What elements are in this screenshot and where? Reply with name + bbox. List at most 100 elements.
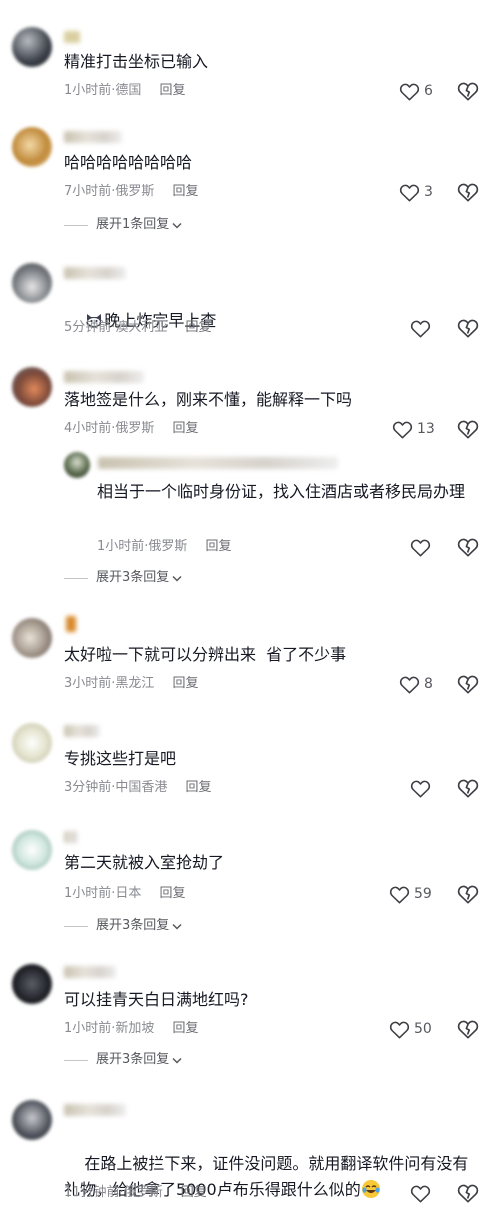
reply-button[interactable]: 回复	[159, 83, 185, 98]
broken-heart-icon[interactable]	[457, 317, 479, 339]
comment-location: 德国	[115, 83, 142, 98]
like-button[interactable]	[410, 777, 431, 799]
comment-time: 3分钟前	[64, 780, 112, 795]
avatar[interactable]	[12, 263, 52, 303]
comment-item: 可以挂青天白日满地红吗? 1小时前·新加坡 回复 50 展开3条回复	[0, 950, 492, 1090]
comment-location: 俄罗斯	[115, 184, 155, 199]
heart-outline-icon	[392, 421, 413, 438]
like-button[interactable]	[410, 1182, 431, 1204]
heart-outline-icon	[410, 320, 431, 337]
reply-button[interactable]: 回复	[159, 886, 185, 901]
broken-heart-icon[interactable]	[457, 536, 479, 558]
reply-time: 1小时前	[97, 539, 145, 554]
comment-text: 专挑这些打是吧	[64, 749, 177, 768]
expand-replies-button[interactable]: 展开1条回复	[64, 216, 182, 234]
username[interactable]	[64, 1104, 126, 1116]
comment-item: 哈哈哈哈哈哈哈哈 7小时前·俄罗斯 回复 3 展开1条回复	[0, 115, 492, 245]
comment-item: 精准打击坐标已输入 1小时前·德国 回复 6	[0, 0, 492, 115]
tears-of-joy-emoji-icon	[361, 1180, 380, 1198]
comment-location: 俄罗斯	[123, 1185, 163, 1200]
avatar[interactable]	[12, 723, 52, 763]
comment-location: 日本	[115, 886, 142, 901]
reply-button[interactable]: 回复	[172, 676, 198, 691]
like-count: 50	[414, 1021, 432, 1037]
comment-text: 在路上被拦下来，证件没问题。就用翻译软件问有没有礼物，给他拿了5000卢布乐得跟…	[64, 1154, 469, 1199]
username[interactable]	[64, 31, 80, 43]
broken-heart-icon[interactable]	[457, 80, 479, 102]
broken-heart-icon[interactable]	[457, 673, 479, 695]
like-count: 6	[424, 83, 433, 99]
like-button[interactable]: 50	[389, 1018, 432, 1040]
username[interactable]	[64, 371, 144, 383]
expand-replies-button[interactable]: 展开3条回复	[64, 1051, 182, 1069]
broken-heart-icon[interactable]	[457, 418, 479, 440]
comment-item: 太好啦一下就可以分辨出来 省了不少事 3小时前·黑龙江 回复 8	[0, 605, 492, 715]
chevron-down-icon	[172, 1057, 182, 1064]
avatar[interactable]	[12, 618, 52, 658]
like-button[interactable]	[410, 536, 431, 558]
comment-meta: 5分钟前·澳大利亚 回复	[64, 320, 212, 335]
comment-time: 1小时前	[64, 83, 112, 98]
chevron-down-icon	[172, 222, 182, 229]
reply-button[interactable]: 回复	[172, 421, 198, 436]
reply-button[interactable]: 回复	[205, 539, 231, 554]
reply-button[interactable]: 回复	[172, 1021, 198, 1036]
comment-meta: 1小时前·日本 回复	[64, 886, 186, 901]
comment-meta: 3分钟前·中国香港 回复	[64, 780, 212, 795]
comment-text: 太好啦一下就可以分辨出来 省了不少事	[64, 645, 347, 664]
reply-button[interactable]: 回复	[185, 780, 211, 795]
avatar[interactable]	[12, 367, 52, 407]
reply-meta: 1小时前·俄罗斯 回复	[97, 539, 232, 554]
comment-meta: 1小时前·德国 回复	[64, 83, 186, 98]
expand-replies-button[interactable]: 展开3条回复	[64, 917, 182, 935]
broken-heart-icon[interactable]	[457, 777, 479, 799]
avatar[interactable]	[12, 127, 52, 167]
reply-username[interactable]	[98, 457, 338, 469]
like-count: 59	[414, 886, 432, 902]
comment-location: 黑龙江	[115, 676, 155, 691]
heart-outline-icon	[389, 886, 410, 903]
heart-outline-icon	[389, 1021, 410, 1038]
like-button[interactable]: 3	[399, 181, 433, 203]
username[interactable]	[64, 966, 116, 978]
heart-outline-icon	[399, 83, 420, 100]
reply-button[interactable]: 回复	[172, 184, 198, 199]
heart-outline-icon	[399, 184, 420, 201]
reply-button[interactable]: 回复	[181, 1185, 207, 1200]
chevron-down-icon	[172, 575, 182, 582]
comment-text: 精准打击坐标已输入	[64, 52, 209, 71]
comment-time: 1小时前	[64, 886, 112, 901]
reply-avatar[interactable]	[64, 452, 90, 478]
like-button[interactable]: 8	[399, 673, 433, 695]
comment-text: 第二天就被入室抢劫了	[64, 853, 225, 872]
avatar[interactable]	[12, 27, 52, 67]
heart-outline-icon	[410, 539, 431, 556]
heart-outline-icon	[410, 780, 431, 797]
comment-meta: 7小时前·俄罗斯 回复	[64, 184, 199, 199]
username[interactable]	[64, 831, 78, 843]
comment-time: 4小时前	[64, 421, 112, 436]
avatar[interactable]	[12, 830, 52, 870]
broken-heart-icon[interactable]	[457, 1182, 479, 1204]
broken-heart-icon[interactable]	[457, 1018, 479, 1040]
expand-replies-button[interactable]: 展开3条回复	[64, 569, 182, 587]
comment-time: 11分钟前	[64, 1185, 120, 1200]
comment-time: 5分钟前	[64, 320, 112, 335]
broken-heart-icon[interactable]	[457, 883, 479, 905]
like-button[interactable]	[410, 317, 431, 339]
comment-time: 7小时前	[64, 184, 112, 199]
username[interactable]	[64, 725, 100, 737]
username[interactable]	[64, 267, 126, 279]
reply-button[interactable]: 回复	[185, 320, 211, 335]
broken-heart-icon[interactable]	[457, 181, 479, 203]
username[interactable]	[64, 131, 122, 143]
comment-item: 第二天就被入室抢劫了 1小时前·日本 回复 59 展开3条回复	[0, 820, 492, 950]
avatar[interactable]	[12, 964, 52, 1004]
like-button[interactable]: 13	[392, 418, 435, 440]
like-button[interactable]: 59	[389, 883, 432, 905]
reply-location: 俄罗斯	[148, 539, 188, 554]
avatar[interactable]	[12, 1100, 52, 1140]
like-button[interactable]: 6	[399, 80, 433, 102]
username[interactable]	[66, 616, 76, 632]
comment-location: 澳大利亚	[115, 320, 168, 335]
